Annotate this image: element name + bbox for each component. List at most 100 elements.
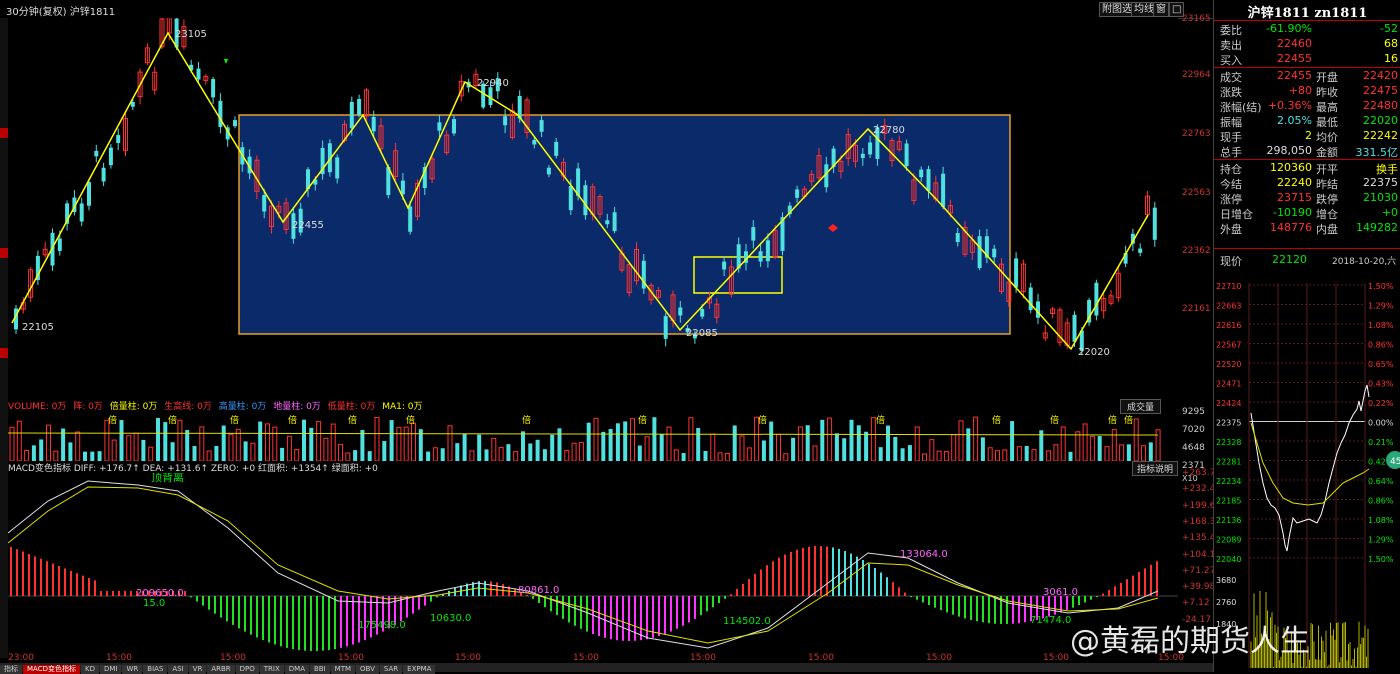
- macd-histogram-bar: [322, 596, 324, 651]
- mini-price-tick: 22375: [1216, 419, 1241, 428]
- mini-pct-tick: 1.50%: [1368, 283, 1394, 291]
- indicator-tab[interactable]: 指标: [0, 665, 22, 674]
- quote-l2: 增仓: [1316, 208, 1338, 221]
- macd-histogram-bar: [190, 596, 192, 598]
- volume-bar: [623, 421, 628, 461]
- indicator-tab[interactable]: BBI: [310, 665, 330, 674]
- macd-chart[interactable]: 顶背离 209650.0 15.0 175498.0 10630.0 80861…: [8, 473, 1178, 653]
- candle-body: [437, 122, 442, 131]
- macd-histogram-bar: [88, 578, 90, 596]
- candle-body: [1152, 207, 1157, 240]
- quote-row: 外盘 148776 内盘 149282: [1216, 221, 1400, 236]
- macd-histogram-bar: [532, 596, 534, 599]
- macd-histogram-bar: [982, 596, 984, 623]
- price-tick: 22362: [1182, 246, 1211, 256]
- volume-chart[interactable]: 倍倍倍倍倍倍倍倍倍倍倍倍倍倍: [8, 411, 1178, 461]
- indicator-tab[interactable]: WR: [122, 665, 143, 674]
- volume-bar: [1097, 436, 1102, 461]
- volume-bar: [1155, 429, 1161, 461]
- macd-histogram-bar: [22, 551, 24, 596]
- indicator-tab[interactable]: DMI: [99, 665, 122, 674]
- indicator-tab[interactable]: DPO: [235, 665, 259, 674]
- indicator-tab[interactable]: VR: [188, 665, 207, 674]
- macd-histogram-bar: [550, 596, 552, 612]
- mini-grid: [1248, 283, 1366, 668]
- macd-histogram-bar: [310, 596, 312, 651]
- mini-price-tick: 22710: [1216, 283, 1241, 291]
- indicator-tab[interactable]: MTM: [330, 665, 356, 674]
- volume-bar: [46, 424, 51, 461]
- left-tab-1[interactable]: [0, 128, 8, 138]
- left-tab-3[interactable]: [0, 348, 8, 358]
- volume-tick: 7020: [1182, 425, 1205, 435]
- macd-tick: +168.3: [1182, 516, 1216, 527]
- macd-histogram-bar: [604, 596, 606, 638]
- volume-bar: [688, 417, 694, 461]
- quote-l2: 开平: [1316, 163, 1338, 176]
- volume-bar: [353, 450, 358, 461]
- macd-histogram-bar: [106, 591, 108, 596]
- volume-bar: [265, 423, 270, 461]
- divider: [1214, 248, 1400, 249]
- floating-badge-text: 45: [1390, 457, 1400, 467]
- dea-line: [8, 486, 1159, 644]
- macd-area-label: 3061.0: [1043, 587, 1078, 598]
- window-button[interactable]: 窗: [1153, 2, 1169, 17]
- volume-bar: [367, 451, 372, 461]
- left-tab-2[interactable]: [0, 248, 8, 258]
- intraday-mini-chart[interactable]: 22710 22663 22616 22567 22520 22471 22424 22375…: [1213, 283, 1400, 668]
- indicator-select-button[interactable]: 附图选: [1099, 2, 1135, 17]
- left-toolbar-strip[interactable]: [0, 18, 8, 658]
- mini-pct-tick: 0.65%: [1368, 360, 1394, 369]
- macd-histogram-bar: [874, 568, 876, 596]
- indicator-tab[interactable]: SAR: [379, 665, 403, 674]
- quote-l1: 总手: [1220, 146, 1242, 159]
- volume-bar: [856, 425, 861, 461]
- volume-bar: [834, 433, 839, 461]
- bei-label: 倍: [288, 414, 297, 426]
- quote-v2: 22242: [1363, 129, 1398, 142]
- quote-v2: 331.5亿: [1355, 146, 1399, 159]
- volume-bar: [578, 442, 584, 461]
- candle-body: [79, 203, 84, 222]
- indicator-tab[interactable]: MACD变色指标: [23, 665, 80, 674]
- volume-bar: [943, 451, 949, 461]
- start-label: 22105: [22, 322, 54, 333]
- indicator-tab[interactable]: BIAS: [143, 665, 168, 674]
- macd-histogram-bar: [922, 596, 924, 603]
- mini-pct-tick: 0.43%: [1368, 380, 1394, 389]
- quote-l2: 金额: [1316, 146, 1338, 159]
- macd-histogram-bar: [1018, 596, 1020, 624]
- mini-price-tick: 22136: [1216, 516, 1241, 525]
- volume-bar: [1060, 426, 1066, 461]
- bei-label: 倍: [1124, 414, 1133, 426]
- chart-header-bar: 30分钟(复权) 沪锌1811 附图选 均线 窗 □: [0, 0, 1213, 19]
- indicator-tab[interactable]: TRIX: [259, 665, 284, 674]
- candlestick-chart[interactable]: 23105 22455 22940 22085 22780 22020 2210…: [8, 18, 1178, 398]
- indicator-tab[interactable]: ARBR: [207, 665, 235, 674]
- mini-pct-tick: 0.86%: [1368, 341, 1394, 350]
- indicator-tab[interactable]: KD: [80, 665, 99, 674]
- quote-row: 振幅 2.05% 最低 22020: [1216, 114, 1400, 129]
- volume-bar: [783, 453, 789, 461]
- candle-body: [87, 182, 91, 206]
- candle-body: [992, 248, 997, 258]
- indicator-tab[interactable]: OBV: [356, 665, 379, 674]
- mini-pct-tick: 1.29%: [1368, 536, 1394, 545]
- volume-bar: [338, 444, 343, 461]
- mini-pct-tick: 0.21%: [1368, 438, 1394, 447]
- macd-tick: +232.4: [1182, 484, 1216, 495]
- macd-histogram-bar: [934, 596, 936, 608]
- macd-histogram-bar: [1108, 590, 1110, 596]
- bei-label: 倍: [876, 414, 885, 426]
- macd-area-label: 15.0: [143, 598, 165, 609]
- indicator-tab[interactable]: EXPMA: [403, 665, 436, 674]
- macd-histogram-bar: [964, 596, 966, 619]
- indicator-tab[interactable]: DMA: [284, 665, 309, 674]
- macd-histogram-bar: [1120, 582, 1122, 596]
- candle-body: [868, 142, 873, 155]
- quote-l2: 跌停: [1316, 193, 1338, 206]
- quote-l2: 内盘: [1316, 223, 1338, 236]
- volume-bar: [185, 430, 190, 461]
- indicator-tab[interactable]: ASI: [168, 665, 188, 674]
